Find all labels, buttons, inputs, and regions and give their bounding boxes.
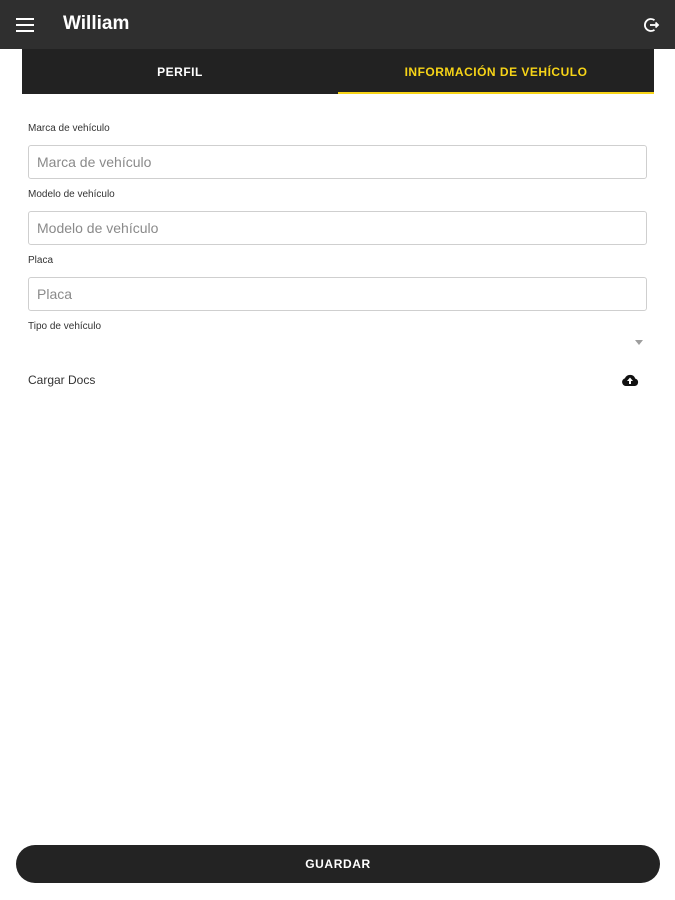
model-label: Modelo de vehículo [28,189,115,200]
dropdown-arrow-icon [635,340,643,345]
save-button[interactable]: GUARDAR [16,845,660,883]
plate-label: Placa [28,255,54,266]
plate-input[interactable] [28,277,647,311]
tab-bar: PERFIL INFORMACIÓN DE VEHÍCULO [22,49,654,94]
vehicle-type-label: Tipo de vehículo [28,321,102,332]
vehicle-info-screen: William PERFIL INFORMACIÓN DE VEHÍCULO M… [0,0,675,900]
model-input[interactable] [28,211,647,245]
upload-docs-label: Cargar Docs [28,373,96,387]
tab-perfil[interactable]: PERFIL [22,49,338,94]
app-title: William [63,13,130,34]
brand-label: Marca de vehículo [28,123,110,134]
logout-icon[interactable] [641,14,663,36]
cloud-upload-icon[interactable] [620,370,640,390]
vehicle-type-select[interactable] [28,334,647,358]
vehicle-form: Marca de vehículo Modelo de vehículo Pla… [28,122,648,358]
tab-vehicle-info[interactable]: INFORMACIÓN DE VEHÍCULO [338,49,654,94]
brand-input[interactable] [28,145,647,179]
app-bar: William [0,0,675,49]
menu-icon[interactable] [14,14,36,36]
upload-docs-row: Cargar Docs [28,368,640,392]
